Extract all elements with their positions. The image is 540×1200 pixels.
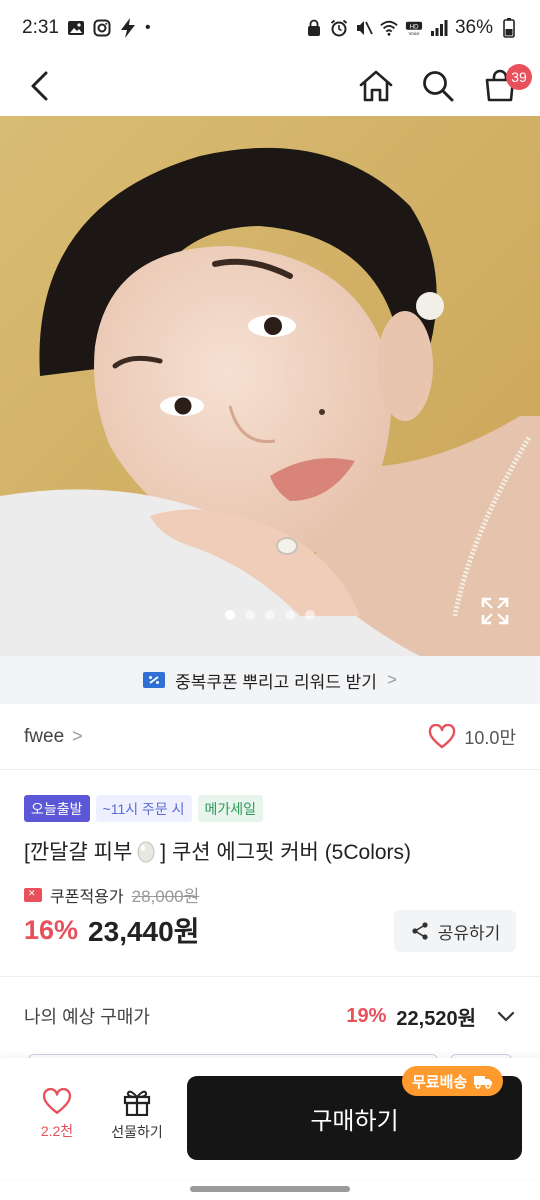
carousel-indicator [0, 610, 540, 620]
mute-icon [355, 19, 373, 37]
status-dot: • [144, 19, 151, 36]
search-icon [423, 71, 454, 102]
heart-outline-icon [42, 1088, 72, 1114]
share-icon [412, 922, 428, 940]
gift-icon [123, 1090, 151, 1116]
share-button[interactable]: 공유하기 [394, 910, 516, 952]
product-title: [깐달걀 피부 ] 쿠션 에그핏 커버 (5Colors) [24, 836, 411, 866]
carousel-dot [245, 610, 255, 620]
estimated-discount: 19% [346, 1004, 387, 1027]
cart-count-badge: 39 [506, 64, 532, 90]
image-icon [67, 19, 85, 37]
heart-outline-icon [429, 724, 456, 749]
back-button[interactable] [20, 66, 60, 106]
brand-like-count: 10.0만 [464, 727, 516, 748]
search-button[interactable] [418, 66, 458, 106]
brand-like-button[interactable]: 10.0만 [428, 724, 516, 750]
wishlist-button[interactable]: 2.2천 [22, 1088, 92, 1141]
product-badges: 오늘출발 ~11시 주문 시 메가세일 [24, 795, 264, 822]
brand-link[interactable]: fwee [24, 726, 64, 748]
free-shipping-label: 무료배송 [412, 1073, 468, 1091]
price-row: 16% 23,440원 [24, 910, 199, 950]
carousel-dot-active [225, 610, 235, 620]
coupon-price-label: 쿠폰적용가 [50, 888, 124, 906]
discount-rate: 16% [24, 914, 79, 945]
bolt-icon [119, 18, 137, 38]
share-label: 공유하기 [437, 923, 501, 943]
instagram-icon [93, 19, 111, 37]
original-price: 28,000원 [131, 887, 200, 906]
product-title-prefix: [깐달걀 피부 [24, 841, 133, 864]
sale-price: 23,440원 [88, 916, 200, 947]
coupon-banner[interactable]: 중복쿠폰 뿌리고 리워드 받기 > [0, 656, 540, 704]
chevron-down-icon [497, 1011, 515, 1022]
alarm-lock-icon [305, 19, 323, 37]
gift-button[interactable]: 선물하기 [102, 1088, 172, 1142]
product-image-carousel[interactable] [0, 116, 540, 656]
app-header: 39 [0, 56, 540, 116]
cart-button[interactable]: 39 [480, 64, 532, 106]
buy-label: 구매하기 [310, 1107, 399, 1135]
product-photo [0, 116, 540, 656]
estimated-price-label: 나의 예상 구매가 [24, 1007, 150, 1027]
brand-row: fwee > 10.0만 [0, 704, 540, 770]
battery-percent: 36% [454, 17, 493, 38]
chevron-right-icon: > [386, 670, 397, 689]
coupon-tag-icon [24, 887, 42, 902]
badge-mega-sale: 메가세일 [197, 795, 264, 822]
egg-icon [137, 841, 155, 863]
svg-text:Voice: Voice [408, 31, 420, 36]
wishlist-count: 2.2천 [40, 1123, 74, 1139]
home-icon [359, 70, 393, 102]
coupon-icon [143, 672, 166, 688]
carousel-dot [265, 610, 275, 620]
home-button[interactable] [356, 66, 396, 106]
signal-icon [430, 19, 448, 37]
alarm-icon [330, 19, 348, 37]
coupon-banner-text: 중복쿠폰 뿌리고 리워드 받기 [175, 672, 377, 692]
product-title-suffix: ] 쿠션 에그핏 커버 (5Colors) [160, 841, 412, 864]
expand-icon[interactable] [480, 596, 510, 626]
truck-icon [474, 1076, 493, 1089]
svg-text:HD: HD [409, 23, 419, 30]
carousel-dot [305, 610, 315, 620]
home-indicator[interactable] [190, 1186, 350, 1192]
gift-label: 선물하기 [111, 1124, 163, 1140]
chevron-right-icon: > [72, 726, 83, 746]
divider [0, 976, 540, 977]
coupon-price-row: 쿠폰적용가 28,000원 [24, 882, 199, 907]
hd-voice-icon: HD Voice [405, 19, 423, 37]
status-bar: 2:31 • HD Voice 36% [0, 0, 540, 56]
back-arrow-icon [31, 71, 48, 101]
badge-order-deadline: ~11시 주문 시 [95, 795, 192, 822]
status-time: 2:31 [22, 17, 59, 38]
bottom-action-bar: 2.2천 선물하기 구매하기 무료배송 [0, 1058, 540, 1178]
free-shipping-badge: 무료배송 [402, 1066, 504, 1096]
estimated-price-row[interactable]: 나의 예상 구매가 19% 22,520원 [0, 990, 540, 1042]
estimated-price: 22,520원 [396, 1007, 476, 1030]
battery-icon [500, 18, 518, 38]
carousel-dot [285, 610, 295, 620]
badge-today-ship: 오늘출발 [24, 795, 90, 822]
wifi-icon [380, 19, 398, 37]
